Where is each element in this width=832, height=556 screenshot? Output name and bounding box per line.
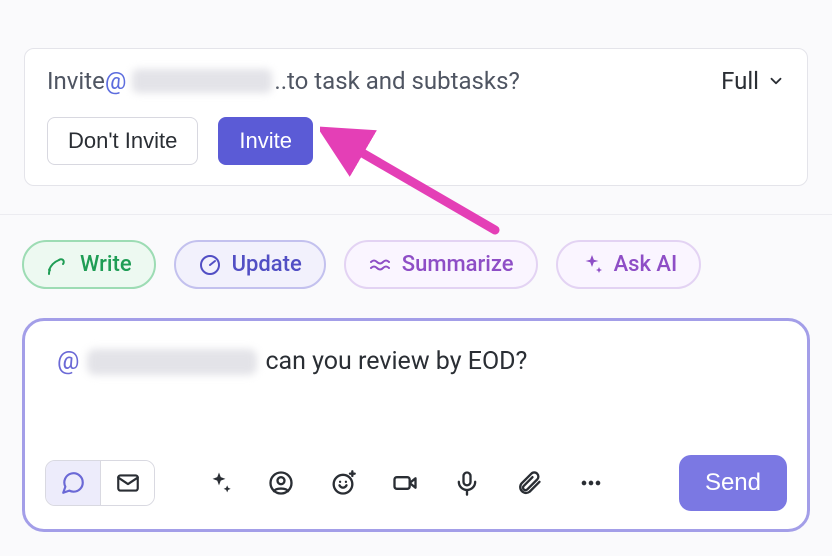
scope-dropdown[interactable]: Full (721, 67, 785, 95)
update-pill[interactable]: Update (174, 240, 326, 289)
invite-button[interactable]: Invite (218, 117, 313, 165)
mention-button[interactable] (267, 469, 295, 497)
ai-sparkle-button[interactable] (205, 469, 233, 497)
mention-at: @ (57, 347, 79, 376)
invite-question: Invite @ .. to task and subtasks? (47, 67, 520, 95)
comment-editor[interactable]: @ can you review by EOD? (22, 318, 810, 532)
pencil-icon (46, 253, 70, 277)
summarize-pill[interactable]: Summarize (344, 240, 538, 289)
chat-bubble-icon (60, 470, 86, 496)
write-label: Write (80, 252, 132, 277)
gauge-icon (198, 253, 222, 277)
emoji-button[interactable] (329, 469, 357, 497)
summarize-label: Summarize (402, 252, 514, 277)
more-button[interactable] (577, 469, 605, 497)
invite-card: Invite @ .. to task and subtasks? Full D… (24, 48, 808, 186)
ask-ai-pill[interactable]: Ask AI (556, 240, 702, 289)
comment-content[interactable]: @ can you review by EOD? (45, 347, 787, 376)
send-label: Send (705, 469, 761, 496)
smile-plus-icon (329, 469, 357, 497)
waves-icon (368, 253, 392, 277)
envelope-icon (115, 470, 141, 496)
sparkle-icon (580, 253, 604, 277)
invite-suffix: to task and subtasks? (287, 67, 520, 95)
attach-button[interactable] (515, 469, 543, 497)
dont-invite-button[interactable]: Don't Invite (47, 117, 198, 165)
chevron-down-icon (767, 72, 785, 90)
section-divider (0, 214, 832, 215)
comment-toolbar: Send (45, 455, 787, 511)
dont-invite-label: Don't Invite (68, 128, 177, 153)
mention-at: @ (105, 67, 127, 95)
sparkle-icon (205, 469, 233, 497)
chat-mode-button[interactable] (46, 461, 100, 505)
dots-horizontal-icon (577, 469, 605, 497)
send-button[interactable]: Send (679, 455, 787, 511)
at-person-icon (267, 469, 295, 497)
ask-ai-label: Ask AI (614, 252, 678, 277)
invite-prefix: Invite (47, 67, 105, 95)
paperclip-icon (515, 469, 543, 497)
video-icon (391, 469, 419, 497)
toolbar-icons (205, 469, 605, 497)
record-audio-button[interactable] (453, 469, 481, 497)
comment-message: can you review by EOD? (265, 347, 527, 376)
write-pill[interactable]: Write (22, 240, 156, 289)
redacted-name (132, 69, 272, 93)
mode-segmented-control (45, 460, 155, 506)
invite-label: Invite (239, 128, 292, 153)
ai-action-row: Write Update Summarize Ask AI (22, 240, 701, 289)
microphone-icon (453, 469, 481, 497)
update-label: Update (232, 252, 302, 277)
invite-dots: .. (274, 67, 287, 95)
invite-actions: Don't Invite Invite (47, 117, 785, 165)
scope-label: Full (721, 67, 759, 95)
toolbar-left (45, 460, 605, 506)
redacted-mention (87, 349, 257, 375)
email-mode-button[interactable] (100, 461, 154, 505)
record-video-button[interactable] (391, 469, 419, 497)
invite-header: Invite @ .. to task and subtasks? Full (47, 67, 785, 95)
